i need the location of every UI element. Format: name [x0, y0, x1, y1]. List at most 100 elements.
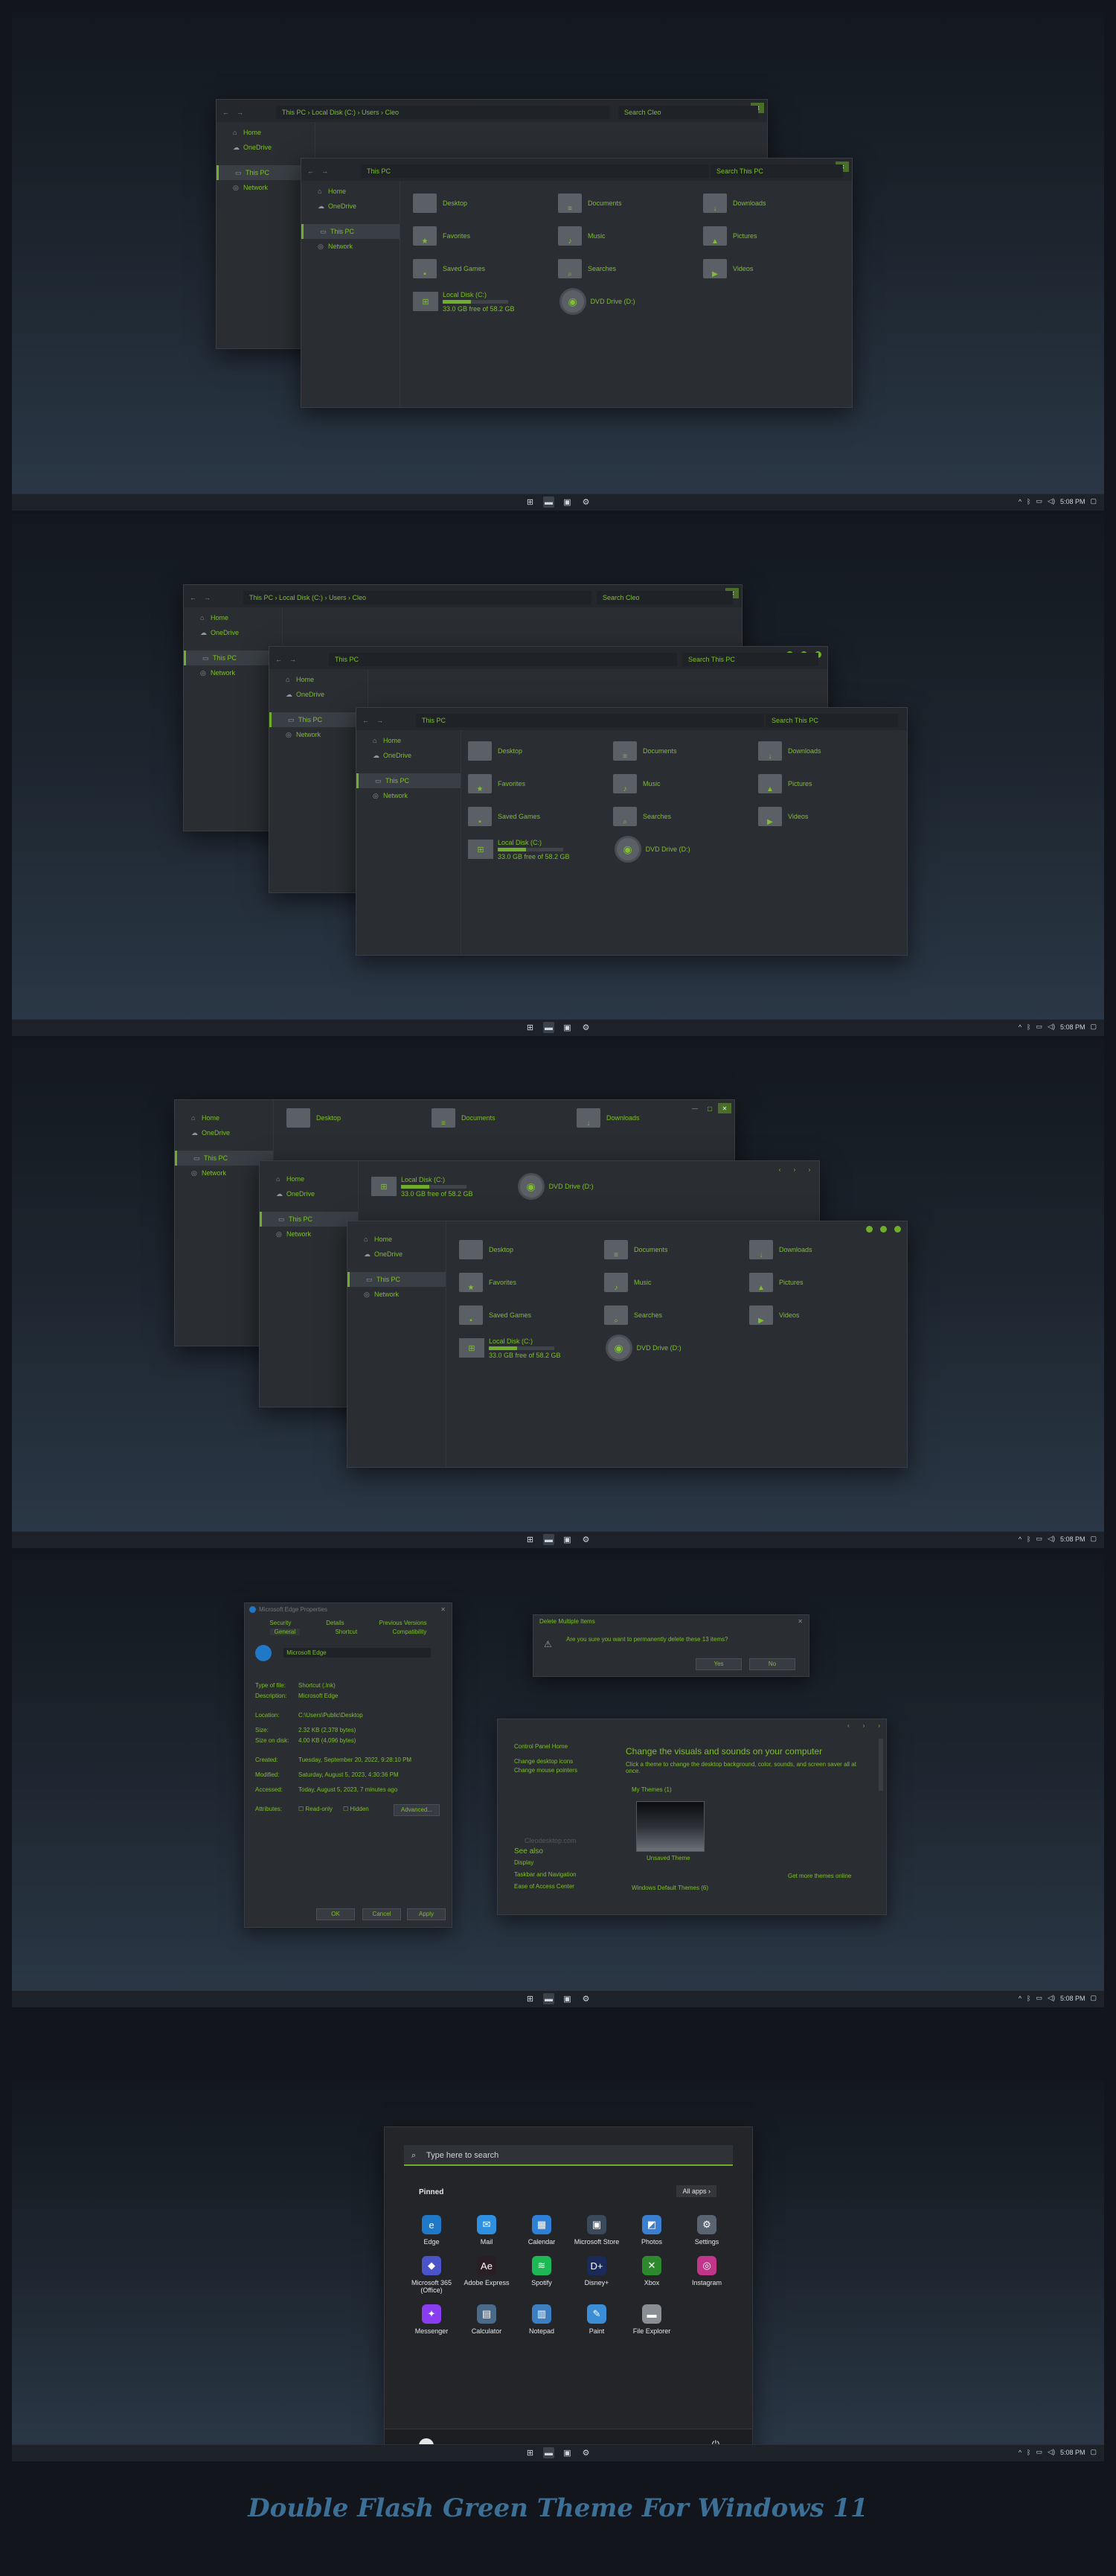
start-icon[interactable]: ⊞ [525, 1993, 536, 2004]
sidebar-item-home[interactable]: ⌂ Home [347, 1232, 446, 1247]
start-icon[interactable]: ⊞ [525, 1022, 536, 1033]
clock[interactable]: 5:08 PM [1060, 1995, 1085, 2002]
link-display[interactable]: Display [514, 1859, 533, 1866]
volume-icon[interactable]: ◁) [1048, 1535, 1055, 1543]
drive-d[interactable]: ◉ DVD Drive (D:) [614, 836, 690, 863]
back-icon[interactable]: ← [307, 167, 314, 175]
address-bar[interactable]: This PC [329, 653, 677, 666]
volume-icon[interactable]: ◁) [1048, 1994, 1055, 2002]
maximize-icon[interactable]: › [863, 1722, 865, 1729]
search-input[interactable]: Search Cleo [618, 106, 758, 119]
explorer-taskbar-icon[interactable]: ▬ [543, 1022, 554, 1033]
sidebar-item-this-pc[interactable]: ▭ This PC [269, 712, 368, 727]
forward-icon[interactable]: → [289, 656, 296, 663]
settings-taskbar-icon[interactable]: ⚙ [580, 1534, 591, 1545]
network-tray-icon[interactable]: ▭ [1036, 2448, 1043, 2456]
folder-pictures[interactable]: ▲ Pictures [749, 1269, 894, 1296]
back-icon[interactable]: ← [275, 656, 282, 663]
sidebar-item-this-pc[interactable]: ▭ This PC [184, 651, 282, 665]
minimize-icon[interactable]: ‹ [847, 1722, 850, 1729]
clock[interactable]: 5:08 PM [1060, 1023, 1085, 1031]
forward-icon[interactable]: → [237, 109, 243, 116]
volume-icon[interactable]: ◁) [1048, 497, 1055, 505]
folder-downloads[interactable]: ↓ Downloads [703, 190, 848, 217]
sidebar-item-network[interactable]: ◎ Network [260, 1227, 358, 1241]
pinned-app[interactable]: D+ Disney+ [569, 2256, 624, 2294]
store-taskbar-icon[interactable]: ▣ [562, 2447, 573, 2458]
sidebar-item-onedrive[interactable]: ☁ OneDrive [217, 140, 315, 155]
sidebar-item-onedrive[interactable]: ☁ OneDrive [269, 687, 368, 702]
pinned-app[interactable]: Ae Adobe Express [459, 2256, 514, 2294]
folder-videos[interactable]: ▶ Videos [758, 803, 903, 830]
folder-favorites[interactable]: ★ Favorites [413, 223, 558, 249]
folder-searches[interactable]: ⌕ Searches [604, 1302, 749, 1329]
folder-favorites[interactable]: ★ Favorites [459, 1269, 604, 1296]
store-taskbar-icon[interactable]: ▣ [562, 1534, 573, 1545]
name-field[interactable]: Microsoft Edge [283, 1648, 432, 1658]
notification-icon[interactable]: ▢ [1090, 1023, 1097, 1031]
ok-button[interactable]: OK [316, 1908, 355, 1920]
pinned-app[interactable]: ▥ Notepad [514, 2304, 569, 2335]
volume-icon[interactable]: ◁) [1048, 1023, 1055, 1031]
folder-desktop[interactable]: Desktop [468, 738, 613, 764]
folder-searches[interactable]: ⌕ Searches [613, 803, 758, 830]
sidebar-item-onedrive[interactable]: ☁ OneDrive [301, 199, 400, 214]
sidebar-item-onedrive[interactable]: ☁ OneDrive [347, 1247, 446, 1262]
chevron-up-icon[interactable]: ^ [1019, 498, 1022, 505]
folder-desktop[interactable]: Desktop [286, 1105, 432, 1131]
sidebar-item-home[interactable]: ⌂ Home [260, 1172, 358, 1186]
forward-icon[interactable]: → [204, 594, 211, 601]
folder-saved-games[interactable]: ▪ Saved Games [413, 255, 558, 282]
apply-button[interactable]: Apply [407, 1908, 446, 1920]
search-input[interactable]: Search This PC [766, 714, 898, 727]
search-input[interactable]: Search This PC [711, 164, 843, 178]
sidebar-item-onedrive[interactable]: ☁ OneDrive [184, 625, 282, 640]
folder-downloads[interactable]: ↓ Downloads [749, 1236, 894, 1263]
sidebar-item-home[interactable]: ⌂ Home [269, 672, 368, 687]
link-ease-of-access[interactable]: Ease of Access Center [514, 1883, 574, 1890]
explorer-taskbar-icon[interactable]: ▬ [543, 1993, 554, 2004]
sidebar-item-home[interactable]: ⌂ Home [217, 125, 315, 140]
sidebar-item-onedrive[interactable]: ☁ OneDrive [175, 1125, 273, 1140]
bluetooth-icon[interactable]: ᛒ [1027, 1995, 1030, 2002]
back-icon[interactable]: ← [190, 594, 196, 601]
settings-taskbar-icon[interactable]: ⚙ [580, 1993, 591, 2004]
cancel-button[interactable]: Cancel [362, 1908, 401, 1920]
pinned-app[interactable]: ◩ Photos [624, 2215, 679, 2246]
folder-documents[interactable]: ≡ Documents [432, 1105, 577, 1131]
network-tray-icon[interactable]: ▭ [1036, 1994, 1043, 2002]
start-icon[interactable]: ⊞ [525, 2447, 536, 2458]
chevron-up-icon[interactable]: ^ [1019, 1995, 1022, 2002]
folder-videos[interactable]: ▶ Videos [703, 255, 848, 282]
minimize-icon[interactable] [866, 1226, 873, 1233]
folder-music[interactable]: ♪ Music [613, 770, 758, 797]
start-search-input[interactable]: ⌕ Type here to search [404, 2145, 733, 2166]
link-change-desktop-icons[interactable]: Change desktop icons [514, 1758, 573, 1765]
sidebar-item-onedrive[interactable]: ☁ OneDrive [260, 1186, 358, 1201]
network-tray-icon[interactable]: ▭ [1036, 1023, 1043, 1031]
volume-icon[interactable]: ◁) [1048, 2448, 1055, 2456]
tab-compatibility[interactable]: Compatibility [393, 1629, 427, 1635]
clock[interactable]: 5:08 PM [1060, 498, 1085, 505]
notification-icon[interactable]: ▢ [1090, 1535, 1097, 1543]
tab-previous-versions[interactable]: Previous Versions [379, 1620, 427, 1626]
search-input[interactable]: Search This PC [682, 653, 818, 666]
sidebar-item-home[interactable]: ⌂ Home [301, 184, 400, 199]
clock[interactable]: 5:08 PM [1060, 2449, 1085, 2456]
close-icon[interactable]: › [803, 1164, 816, 1174]
folder-documents[interactable]: ≡ Documents [613, 738, 758, 764]
folder-documents[interactable]: ≡ Documents [604, 1236, 749, 1263]
store-taskbar-icon[interactable]: ▣ [562, 496, 573, 508]
settings-taskbar-icon[interactable]: ⚙ [580, 1022, 591, 1033]
address-bar[interactable]: This PC › Local Disk (C:) › Users › Cleo [276, 106, 609, 119]
link-change-mouse-pointers[interactable]: Change mouse pointers [514, 1767, 577, 1774]
yes-button[interactable]: Yes [696, 1658, 742, 1670]
start-icon[interactable]: ⊞ [525, 1534, 536, 1545]
search-input[interactable]: Search Cleo [597, 591, 733, 604]
tab-security[interactable]: Security [269, 1620, 291, 1626]
tab-details[interactable]: Details [326, 1620, 344, 1626]
drive-c[interactable]: ⊞ Local Disk (C:) 33.0 GB free of 58.2 GB [468, 836, 570, 863]
clock[interactable]: 5:08 PM [1060, 1535, 1085, 1543]
sidebar-item-home[interactable]: ⌂ Home [184, 610, 282, 625]
pinned-app[interactable]: ≋ Spotify [514, 2256, 569, 2294]
